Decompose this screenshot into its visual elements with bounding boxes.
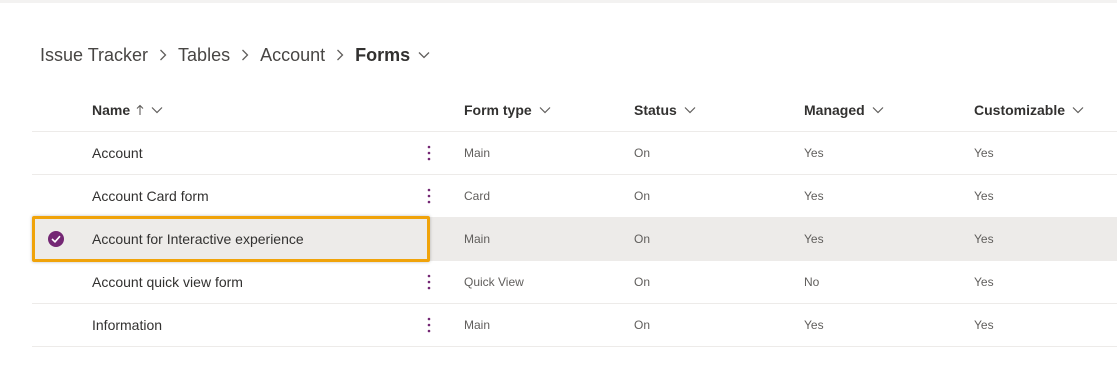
column-header-managed[interactable]: Managed [804,88,884,131]
table-row[interactable]: Information Main On Yes Yes [32,304,1117,347]
form-type: Quick View [464,275,524,289]
form-name[interactable]: Information [92,304,162,346]
chevron-down-icon [1072,106,1084,114]
column-header-status[interactable]: Status [634,88,696,131]
form-name[interactable]: Account for Interactive experience [92,218,304,260]
arrow-up-icon [136,104,144,116]
breadcrumb: Issue Tracker Tables Account Forms [40,42,430,68]
form-managed: Yes [804,146,824,160]
table-row-selected[interactable]: Account for Interactive experience Main … [32,216,1117,262]
form-customizable: Yes [974,232,994,246]
form-customizable: Yes [974,146,994,160]
forms-table: Name Form type Status Managed Customizab… [32,88,1117,347]
more-options-icon[interactable] [419,304,439,346]
form-type: Main [464,232,491,246]
chevron-right-icon [230,49,260,61]
column-header-label: Managed [804,101,865,118]
form-type: Card [464,189,491,203]
form-type: Main [464,146,491,160]
column-header-customizable[interactable]: Customizable [974,88,1084,131]
table-row[interactable]: Account Main On Yes Yes [32,132,1117,175]
more-options-icon[interactable] [419,132,439,174]
column-header-label: Status [634,101,677,118]
table-header: Name Form type Status Managed Customizab… [32,88,1117,132]
form-customizable: Yes [974,275,994,289]
form-customizable: Yes [974,318,994,332]
chevron-down-icon [151,106,163,114]
column-header-label: Name [92,101,131,118]
breadcrumb-forms[interactable]: Forms [355,45,410,66]
chevron-down-icon [539,106,551,114]
chevron-down-icon[interactable] [418,51,430,59]
form-status: On [634,189,651,203]
more-options-icon[interactable] [419,261,439,303]
form-managed: Yes [804,189,824,203]
chevron-down-icon [872,106,884,114]
form-name[interactable]: Account [92,132,143,174]
chevron-right-icon [148,49,178,61]
column-header-name[interactable]: Name [92,88,163,131]
form-status: On [634,232,651,246]
table-row[interactable]: Account quick view form Quick View On No… [32,261,1117,304]
more-options-icon[interactable] [419,175,439,217]
column-header-form-type[interactable]: Form type [464,88,551,131]
breadcrumb-issue-tracker[interactable]: Issue Tracker [40,45,148,66]
checkmark-circle-icon[interactable] [48,231,64,247]
form-status: On [634,146,651,160]
top-band [0,0,1117,3]
form-status: On [634,275,651,289]
form-managed: No [804,275,820,289]
column-header-label: Form type [464,101,532,118]
breadcrumb-tables[interactable]: Tables [178,45,230,66]
form-managed: Yes [804,318,824,332]
table-row[interactable]: Account Card form Card On Yes Yes [32,175,1117,218]
chevron-down-icon [684,106,696,114]
chevron-right-icon [325,49,355,61]
form-name[interactable]: Account Card form [92,175,209,217]
form-name[interactable]: Account quick view form [92,261,243,303]
form-type: Main [464,318,491,332]
form-managed: Yes [804,232,824,246]
form-status: On [634,318,651,332]
breadcrumb-account[interactable]: Account [260,45,325,66]
column-header-label: Customizable [974,101,1066,118]
form-customizable: Yes [974,189,994,203]
